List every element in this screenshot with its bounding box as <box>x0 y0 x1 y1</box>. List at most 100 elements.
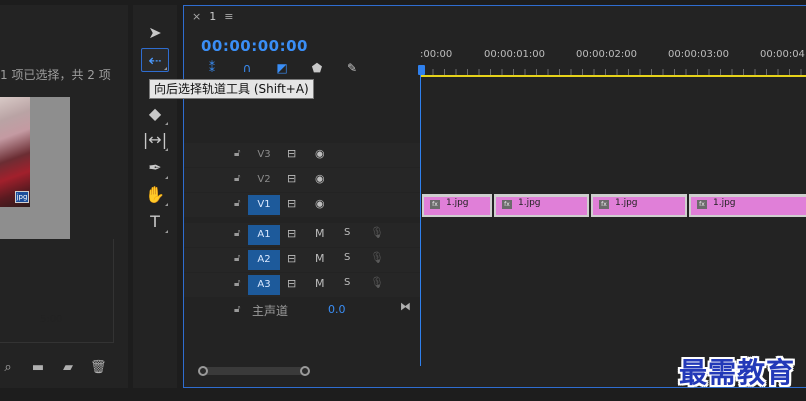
clip-name: 1.jpg <box>518 198 541 208</box>
fx-badge: fx <box>502 200 512 209</box>
ruler-label: :00:00 <box>420 49 453 60</box>
solo-button[interactable]: S <box>344 227 350 238</box>
sequence-tab[interactable]: × 1 ≡ <box>192 10 233 23</box>
track-v3: 🔓︎ V3 ⊟ ◉ <box>184 143 806 167</box>
lock-icon[interactable]: 🔓︎ <box>234 253 240 264</box>
thumbnail-grid-frame <box>0 239 114 343</box>
track-lane[interactable] <box>421 168 806 192</box>
timeline-clip[interactable]: fx 1.jpg <box>591 194 687 217</box>
timeline-toolbar: ⁑ ∩ ◩ ⬟ ✎ <box>204 61 360 75</box>
watermark-logo: 最需教育 <box>679 356 796 389</box>
track-select-backward-tool-icon[interactable]: ⇠ <box>141 48 169 72</box>
microphone-icon[interactable]: 🎙︎ <box>370 251 384 264</box>
eye-icon[interactable]: ◉ <box>315 197 325 210</box>
track-a3: 🔓︎ A3 ⊟ M S 🎙︎ <box>184 273 806 297</box>
track-lane[interactable] <box>421 273 806 297</box>
track-target-v2[interactable]: V2 <box>248 170 280 190</box>
lock-icon[interactable]: 🔓︎ <box>234 304 240 315</box>
lock-icon[interactable]: 🔓︎ <box>234 198 240 209</box>
trash-icon[interactable]: 🗑 <box>90 360 107 378</box>
razor-tool-icon[interactable]: ◆ <box>141 102 169 126</box>
solo-button[interactable]: S <box>344 277 350 288</box>
insert-nest-icon[interactable]: ⁑ <box>204 61 220 75</box>
ruler-label: 00:00:02:00 <box>576 49 638 60</box>
lock-icon[interactable]: 🔓︎ <box>234 228 240 239</box>
lock-icon[interactable]: 🔓︎ <box>234 278 240 289</box>
track-target-v1[interactable]: V1 <box>248 195 280 215</box>
track-header: 🔓︎ V1 ⊟ ◉ <box>184 193 420 217</box>
track-header: 🔓︎ A1 ⊟ M S 🎙︎ <box>184 223 420 247</box>
clip-name: 1.jpg <box>446 198 469 208</box>
track-v1: 🔓︎ V1 ⊟ ◉ fx 1.jpg fx 1.jpg fx 1.jpg fx … <box>184 193 806 217</box>
track-target-a2[interactable]: A2 <box>248 250 280 270</box>
mute-button[interactable]: M <box>315 227 325 240</box>
ruler-label: 00:00:04 <box>760 49 805 60</box>
tools-panel: ➤ ⇠ ◆ |↔| ✒ ✋ T <box>133 5 177 388</box>
playhead-timecode[interactable]: 00:00:00:00 <box>201 37 308 55</box>
solo-button[interactable]: S <box>344 252 350 263</box>
mute-button[interactable]: M <box>315 252 325 265</box>
sync-lock-icon[interactable]: ⊟ <box>287 252 296 265</box>
mute-button[interactable]: M <box>315 277 325 290</box>
sync-lock-icon[interactable]: ⊟ <box>287 277 296 290</box>
new-item-icon[interactable]: ▰ <box>60 360 76 378</box>
time-ruler[interactable]: :00:00 00:00:01:00 00:00:02:00 00:00:03:… <box>420 46 806 80</box>
type-tool-icon[interactable]: T <box>141 210 169 234</box>
panel-menu-icon[interactable]: ≡ <box>224 10 233 23</box>
track-v2: 🔓︎ V2 ⊟ ◉ <box>184 168 806 192</box>
eye-icon[interactable]: ◉ <box>315 172 325 185</box>
track-target-a3[interactable]: A3 <box>248 275 280 295</box>
ruler-label: 00:00:01:00 <box>484 49 546 60</box>
track-lane[interactable]: fx 1.jpg fx 1.jpg fx 1.jpg fx 1.jpg <box>421 193 806 217</box>
panel-divider <box>0 0 128 5</box>
scrollbar-thumb[interactable] <box>198 367 304 375</box>
lock-icon[interactable]: 🔓︎ <box>234 148 240 159</box>
track-header: 🔓︎ A2 ⊟ M S 🎙︎ <box>184 248 420 272</box>
track-lane[interactable] <box>421 248 806 272</box>
fx-badge: fx <box>599 200 609 209</box>
project-toolbar: ⌕ ▬ ▰ 🗑 <box>0 360 106 378</box>
hand-tool-icon[interactable]: ✋ <box>141 183 169 207</box>
folder-icon[interactable]: ▬ <box>30 360 46 378</box>
tool-tooltip: 向后选择轨道工具 (Shift+A) <box>149 79 314 99</box>
sync-lock-icon[interactable]: ⊟ <box>287 227 296 240</box>
sync-lock-icon[interactable]: ⊟ <box>287 172 296 185</box>
lock-icon[interactable]: 🔓︎ <box>234 173 240 184</box>
playhead-line <box>420 74 421 366</box>
snap-magnet-icon[interactable]: ∩ <box>239 61 255 75</box>
add-marker-icon[interactable]: ⬟ <box>309 61 325 75</box>
master-track-label: 主声道 <box>252 304 289 318</box>
sync-lock-icon[interactable]: ⊟ <box>287 147 296 160</box>
pen-tool-icon[interactable]: ✒ <box>141 156 169 180</box>
master-volume-value[interactable]: 0.0 <box>328 303 346 316</box>
premiere-workspace: 1 项已选择，共 2 项 jpg 5:00 ⌕ ▬ ▰ 🗑 ➤ ⇠ ◆ |↔| … <box>0 0 806 401</box>
scroll-end-handle[interactable] <box>300 366 310 376</box>
timeline-settings-wrench-icon[interactable]: ✎ <box>344 61 360 75</box>
slip-tool-icon[interactable]: |↔| <box>141 128 169 152</box>
clip-thumbnail[interactable]: jpg 5:00 <box>0 97 70 325</box>
microphone-icon[interactable]: 🎙︎ <box>370 226 384 239</box>
sync-lock-icon[interactable]: ⊟ <box>287 197 296 210</box>
work-area-bar[interactable] <box>421 75 806 77</box>
track-target-v3[interactable]: V3 <box>248 145 280 165</box>
search-icon[interactable]: ⌕ <box>0 360 16 378</box>
image-badge-icon: jpg <box>15 191 29 203</box>
clip-name: 1.jpg <box>713 198 736 208</box>
track-target-a1[interactable]: A1 <box>248 225 280 245</box>
timeline-panel: × 1 ≡ 00:00:00:00 ⁑ ∩ ◩ ⬟ ✎ :00:00 00:00:0… <box>183 5 806 388</box>
timeline-clip[interactable]: fx 1.jpg <box>494 194 589 217</box>
ruler-label: 00:00:03:00 <box>668 49 730 60</box>
close-icon[interactable]: × <box>192 10 201 23</box>
track-header: 🔓︎ V3 ⊟ ◉ <box>184 143 420 167</box>
selection-tool-icon[interactable]: ➤ <box>141 21 169 45</box>
eye-icon[interactable]: ◉ <box>315 147 325 160</box>
go-to-edit-point-icon[interactable]: ⧓ <box>400 300 411 313</box>
timeline-clip[interactable]: fx 1.jpg <box>689 194 806 217</box>
track-lane[interactable] <box>421 223 806 247</box>
timeline-clip[interactable]: fx 1.jpg <box>422 194 492 217</box>
track-lane[interactable] <box>421 143 806 167</box>
scroll-start-handle[interactable] <box>198 366 208 376</box>
linked-selection-icon[interactable]: ◩ <box>274 61 290 75</box>
fx-badge: fx <box>430 200 440 209</box>
microphone-icon[interactable]: 🎙︎ <box>370 276 384 289</box>
